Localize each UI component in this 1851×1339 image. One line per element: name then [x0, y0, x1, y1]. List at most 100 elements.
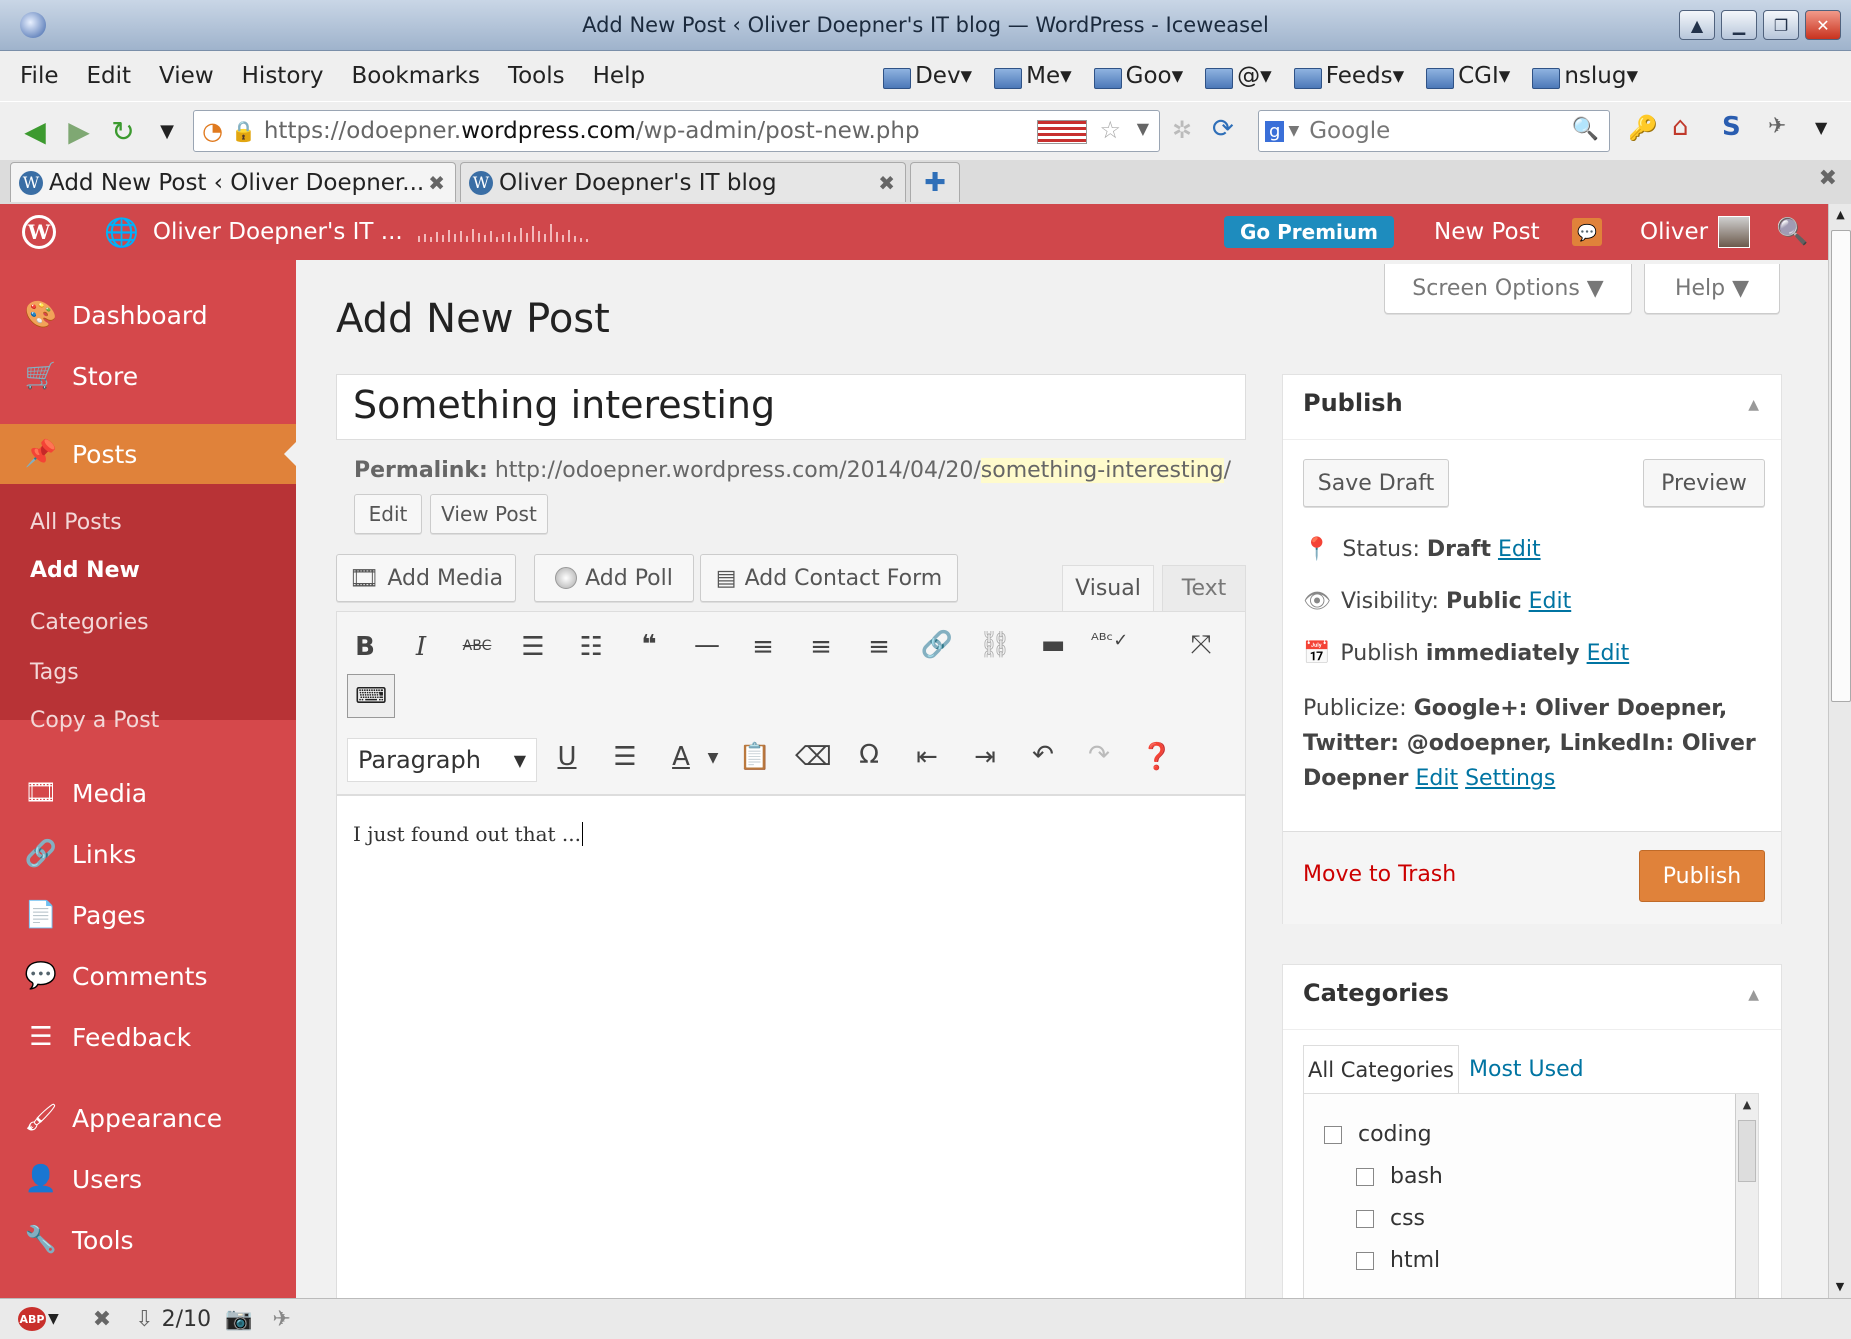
menu-bookmarks[interactable]: Bookmarks — [351, 63, 480, 89]
indent-icon[interactable]: ⇥ — [967, 742, 1003, 772]
bullet-list-icon[interactable]: ☰ — [515, 632, 551, 662]
url-dropdown-icon[interactable]: ▼ — [1137, 119, 1149, 138]
preview-button[interactable]: Preview — [1643, 459, 1765, 507]
bold-icon[interactable]: B — [347, 632, 383, 662]
extension-status-icon[interactable]: ✈ — [272, 1307, 290, 1332]
menu-edit[interactable]: Edit — [87, 63, 132, 89]
numbered-list-icon[interactable]: ☷ — [573, 632, 609, 662]
bookmark-folder-at[interactable]: @▾ — [1205, 63, 1272, 89]
format-select[interactable]: Paragraph ▼ — [347, 738, 537, 782]
notifications-icon[interactable]: 💬 — [1572, 204, 1602, 260]
scroll-up-arrow-icon[interactable]: ▲ — [1829, 204, 1851, 226]
undo-icon[interactable]: ↶ — [1025, 740, 1061, 770]
tab-add-new-post[interactable]: W Add New Post ‹ Oliver Doepner... ✖ — [10, 162, 456, 202]
submenu-categories[interactable]: Categories — [30, 610, 149, 635]
collapse-arrow-icon[interactable]: ▲ — [1748, 397, 1759, 413]
bookmark-folder-goo[interactable]: Goo▾ — [1093, 63, 1183, 89]
publicize-edit-link[interactable]: Edit — [1415, 766, 1458, 791]
tab-close-icon[interactable]: ✖ — [878, 171, 895, 195]
sidebar-item-store[interactable]: 🛒 Store — [0, 349, 296, 403]
help-button[interactable]: Help ▼ — [1644, 264, 1780, 314]
go-premium-button[interactable]: Go Premium — [1224, 204, 1394, 260]
reload-icon[interactable]: ↻ — [106, 114, 140, 148]
spellcheck-icon[interactable]: ᴬᴮᶜ✓ — [1091, 630, 1128, 651]
camera-icon[interactable]: 📷 — [225, 1307, 252, 1332]
url-bar[interactable]: ◔ 🔒 https://odoepner. wordpress.com/wp-ad… — [193, 110, 1160, 152]
sidebar-item-links[interactable]: 🔗 Links — [0, 827, 296, 881]
redo-icon[interactable]: ↷ — [1081, 740, 1117, 770]
justify-icon[interactable]: ☰ — [607, 742, 643, 772]
us-flag-icon[interactable] — [1037, 120, 1087, 144]
close-icon[interactable]: ✖ — [93, 1307, 111, 1332]
strikethrough-icon[interactable]: ABC — [459, 638, 495, 654]
checkbox[interactable] — [1356, 1210, 1374, 1228]
read-more-icon[interactable]: ▬ — [1035, 630, 1071, 660]
window-minimize-button[interactable]: ▁ — [1721, 10, 1757, 40]
schedule-edit-link[interactable]: Edit — [1587, 641, 1630, 666]
status-edit-link[interactable]: Edit — [1498, 537, 1541, 562]
stats-sparkline[interactable] — [418, 204, 593, 260]
extension-icon[interactable]: ✈ — [1768, 114, 1786, 139]
adblock-icon[interactable]: ABP — [18, 1307, 46, 1331]
bookmark-star-icon[interactable]: ☆ — [1099, 116, 1121, 144]
add-media-button[interactable]: 🎞 Add Media — [336, 554, 516, 602]
search-engine-dropdown-icon[interactable]: ▼ — [1288, 123, 1299, 139]
back-arrow-icon[interactable]: ◀ — [18, 114, 52, 148]
bookmark-folder-dev[interactable]: Dev▾ — [883, 63, 972, 89]
close-tabs-icon[interactable]: ✖ — [1819, 166, 1837, 191]
site-name-link[interactable]: 🌐 Oliver Doepner's IT ... — [104, 204, 403, 260]
search-input[interactable]: Google — [1309, 118, 1390, 144]
fullscreen-icon[interactable]: ⤧ — [1183, 630, 1219, 661]
window-maximize-button[interactable]: ❐ — [1763, 10, 1799, 40]
publish-button[interactable]: Publish — [1639, 850, 1765, 902]
bookmark-folder-nslug[interactable]: nslug▾ — [1532, 63, 1638, 89]
scroll-thumb[interactable] — [1831, 230, 1851, 702]
identity-icon[interactable]: ◔ — [202, 117, 223, 145]
menu-help[interactable]: Help — [593, 63, 645, 89]
wp-logo-icon[interactable]: W — [22, 204, 56, 260]
download-icon[interactable]: ⇩ — [135, 1307, 153, 1332]
sidebar-item-users[interactable]: 👤 Users — [0, 1152, 296, 1206]
adblock-dropdown-icon[interactable]: ▼ — [48, 1311, 59, 1327]
forward-arrow-icon[interactable]: ▶ — [62, 114, 96, 148]
align-left-icon[interactable]: ≡ — [745, 632, 781, 662]
tab-it-blog[interactable]: W Oliver Doepner's IT blog ✖ — [460, 162, 906, 202]
home-icon[interactable]: ⌂ — [1672, 112, 1689, 142]
post-title-input[interactable]: Something interesting — [336, 374, 1246, 440]
text-color-dropdown-icon[interactable]: ▼ — [695, 750, 731, 766]
window-close-button[interactable]: ✕ — [1805, 10, 1841, 40]
align-center-icon[interactable]: ≡ — [803, 632, 839, 662]
tab-most-used[interactable]: Most Used — [1469, 1057, 1584, 1082]
toolbar-toggle-icon[interactable]: ⌨ — [347, 674, 395, 718]
category-scrollbar[interactable]: ▲ — [1735, 1094, 1758, 1314]
submenu-copy-a-post[interactable]: Copy a Post — [30, 708, 159, 733]
sidebar-item-feedback[interactable]: ☰ Feedback — [0, 1010, 296, 1064]
paste-as-text-icon[interactable]: 📋 — [737, 742, 773, 772]
menu-file[interactable]: File — [20, 63, 59, 89]
tab-visual[interactable]: Visual — [1062, 565, 1154, 611]
outdent-icon[interactable]: ⇤ — [909, 742, 945, 772]
menu-history[interactable]: History — [242, 63, 324, 89]
submenu-tags[interactable]: Tags — [30, 660, 79, 685]
category-item-coding[interactable]: coding — [1324, 1122, 1432, 1147]
sidebar-item-tools[interactable]: 🔧 Tools — [0, 1213, 296, 1267]
window-shade-button[interactable]: ▲ — [1679, 10, 1715, 40]
scroll-down-arrow-icon[interactable]: ▼ — [1829, 1276, 1851, 1298]
align-right-icon[interactable]: ≡ — [861, 632, 897, 662]
category-item-css[interactable]: css — [1356, 1206, 1425, 1231]
search-bar[interactable]: g ▼ Google 🔍 — [1258, 110, 1610, 152]
search-icon[interactable]: 🔍 — [1572, 117, 1599, 142]
sidebar-item-posts[interactable]: 📌 Posts — [0, 424, 296, 484]
tab-text[interactable]: Text — [1162, 565, 1246, 611]
publicize-settings-link[interactable]: Settings — [1465, 766, 1555, 791]
submenu-all-posts[interactable]: All Posts — [30, 510, 122, 535]
key-icon[interactable]: 🔑 — [1628, 114, 1658, 142]
italic-icon[interactable]: I — [403, 632, 439, 662]
blockquote-icon[interactable]: ❝ — [631, 630, 667, 660]
sidebar-item-appearance[interactable]: 🖌 Appearance — [0, 1091, 296, 1145]
move-to-trash-link[interactable]: Move to Trash — [1303, 862, 1456, 887]
tab-close-icon[interactable]: ✖ — [428, 171, 445, 195]
checkbox[interactable] — [1356, 1252, 1374, 1270]
insert-link-icon[interactable]: 🔗 — [919, 630, 955, 660]
new-post-link[interactable]: New Post — [1434, 204, 1540, 260]
